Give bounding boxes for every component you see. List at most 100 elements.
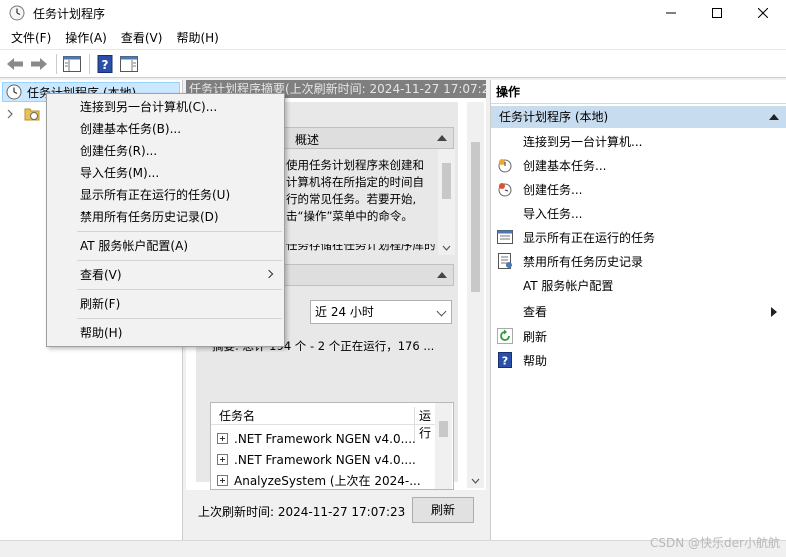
last-refresh-text: 上次刷新时间: 2024-11-27 17:07:23 [198, 505, 406, 519]
scroll-thumb[interactable] [471, 142, 480, 292]
actions-section-title: 任务计划程序 (本地) [499, 110, 609, 124]
ctx-view-label: 查看(V) [80, 268, 122, 282]
action-connect[interactable]: 连接到另一台计算机... [491, 129, 786, 153]
table-row[interactable]: .NET Framework NGEN v4.0.... [217, 449, 416, 470]
action-create-task[interactable]: 创建任务... [491, 177, 786, 201]
action-label: 创建基本任务... [523, 158, 607, 173]
ctx-separator [77, 318, 282, 319]
action-show-running[interactable]: 显示所有正在运行的任务 [491, 225, 786, 249]
collapse-up-icon [437, 135, 447, 141]
action-view[interactable]: 查看 [491, 299, 786, 323]
forward-arrow-icon [31, 57, 47, 70]
period-select[interactable]: 近 24 小时 [310, 300, 452, 324]
task-status-table: 任务名 运行 .NET Framework NGEN v4.0.... .NET… [210, 402, 454, 490]
task-row-label: .NET Framework NGEN v4.0.... [234, 431, 416, 446]
table-row[interactable]: AnalyzeSystem (上次在 2024-... [217, 470, 421, 489]
forward-button[interactable] [28, 53, 50, 75]
task-row-label: .NET Framework NGEN v4.0.... [234, 452, 416, 467]
ctx-import-task[interactable]: 导入任务(M)... [47, 162, 284, 184]
action-import-task[interactable]: 导入任务... [491, 201, 786, 225]
menu-view[interactable]: 查看(V) [114, 26, 170, 50]
minimize-button[interactable] [648, 0, 694, 26]
refresh-icon [497, 328, 513, 344]
ctx-disable-history[interactable]: 禁用所有任务历史记录(D) [47, 206, 284, 228]
back-button[interactable] [4, 53, 26, 75]
table-row[interactable]: .NET Framework NGEN v4.0.... [217, 428, 416, 449]
scroll-thumb[interactable] [442, 163, 451, 199]
toolbar-separator [89, 53, 90, 74]
minimize-icon [666, 12, 676, 14]
actions-section-header[interactable]: 任务计划程序 (本地) [491, 106, 786, 128]
action-label: 创建任务... [523, 182, 583, 197]
expand-plus-icon[interactable] [217, 475, 228, 486]
show-hide-tree-button[interactable] [61, 53, 83, 75]
ctx-separator [77, 289, 282, 290]
table-scrollbar[interactable] [435, 403, 452, 489]
chevron-right-icon [264, 269, 274, 279]
column-run[interactable]: 运行 [414, 407, 435, 441]
expand-plus-icon[interactable] [217, 454, 228, 465]
ctx-create-basic-task[interactable]: 创建基本任务(B)... [47, 118, 284, 140]
toolbar: ? [0, 50, 786, 78]
action-create-basic-task[interactable]: 创建基本任务... [491, 153, 786, 177]
ctx-show-running[interactable]: 显示所有正在运行的任务(U) [47, 184, 284, 206]
ctx-view[interactable]: 查看(V) [47, 264, 284, 286]
chevron-down-icon [436, 306, 447, 317]
help-button[interactable]: ? [94, 53, 116, 75]
menu-action[interactable]: 操作(A) [58, 26, 114, 50]
window-title: 任务计划程序 [33, 6, 106, 21]
help-icon: ? [497, 352, 513, 368]
summary-scrollbar[interactable] [467, 102, 484, 488]
overview-scrollbar[interactable] [438, 149, 455, 255]
show-action-pane-button[interactable] [118, 53, 140, 75]
chevron-right-icon [7, 109, 13, 119]
refresh-button[interactable]: 刷新 [412, 497, 474, 523]
history-icon [497, 253, 513, 269]
title-bar: 任务计划程序 [0, 0, 786, 26]
menu-file[interactable]: 文件(F) [4, 26, 58, 50]
column-task-name[interactable]: 任务名 [219, 407, 255, 424]
close-button[interactable] [740, 0, 786, 26]
folder-clock-icon [24, 108, 40, 121]
desc-line: 行的常见任务。若要开始, [286, 192, 417, 206]
action-label: 查看 [523, 304, 548, 319]
ctx-help[interactable]: 帮助(H) [47, 322, 284, 344]
actions-header: 操作 [491, 80, 786, 104]
context-menu: 连接到另一台计算机(C)... 创建基本任务(B)... 创建任务(R)... … [46, 93, 285, 347]
help-icon: ? [97, 54, 113, 73]
ctx-connect[interactable]: 连接到另一台计算机(C)... [47, 96, 284, 118]
clock-icon [6, 84, 22, 100]
expand-plus-icon[interactable] [217, 433, 228, 444]
create-basic-task-icon [497, 157, 513, 173]
action-pane-icon [120, 55, 138, 72]
action-help[interactable]: ? 帮助 [491, 348, 786, 372]
summary-footer: 上次刷新时间: 2024-11-27 17:07:23 刷新 [186, 490, 486, 540]
watermark: CSDN @快乐der小航航 [650, 536, 780, 550]
scroll-down-icon [471, 478, 480, 484]
ctx-at-service[interactable]: AT 服务帐户配置(A) [47, 235, 284, 257]
scroll-down-icon [442, 245, 451, 251]
desc-line: 任务存储在任务计划程序库的文 [286, 244, 436, 252]
maximize-button[interactable] [694, 0, 740, 26]
action-disable-history[interactable]: 禁用所有任务历史记录 [491, 249, 786, 273]
scroll-thumb[interactable] [439, 421, 448, 437]
action-refresh[interactable]: 刷新 [491, 324, 786, 348]
ctx-refresh[interactable]: 刷新(F) [47, 293, 284, 315]
overview-description-cut: 任务存储在任务计划程序库的文 [286, 244, 442, 255]
action-label: 连接到另一台计算机... [523, 134, 643, 149]
action-label: 帮助 [523, 353, 548, 368]
overview-title: 概述 [295, 133, 320, 147]
action-label: 刷新 [523, 329, 548, 344]
create-task-icon [497, 181, 513, 197]
task-scheduler-icon [9, 5, 25, 21]
console-tree-icon [63, 55, 81, 72]
ctx-create-task[interactable]: 创建任务(R)... [47, 140, 284, 162]
menu-help[interactable]: 帮助(H) [169, 26, 225, 50]
desc-line: 击“操作”菜单中的命令。 [286, 209, 413, 223]
running-tasks-icon [497, 229, 513, 245]
svg-text:?: ? [102, 58, 109, 72]
menu-bar: 文件(F) 操作(A) 查看(V) 帮助(H) [0, 26, 786, 50]
close-icon [758, 8, 768, 18]
action-at-service[interactable]: AT 服务帐户配置 [491, 273, 786, 297]
desc-line: 使用任务计划程序来创建和 [286, 158, 424, 172]
